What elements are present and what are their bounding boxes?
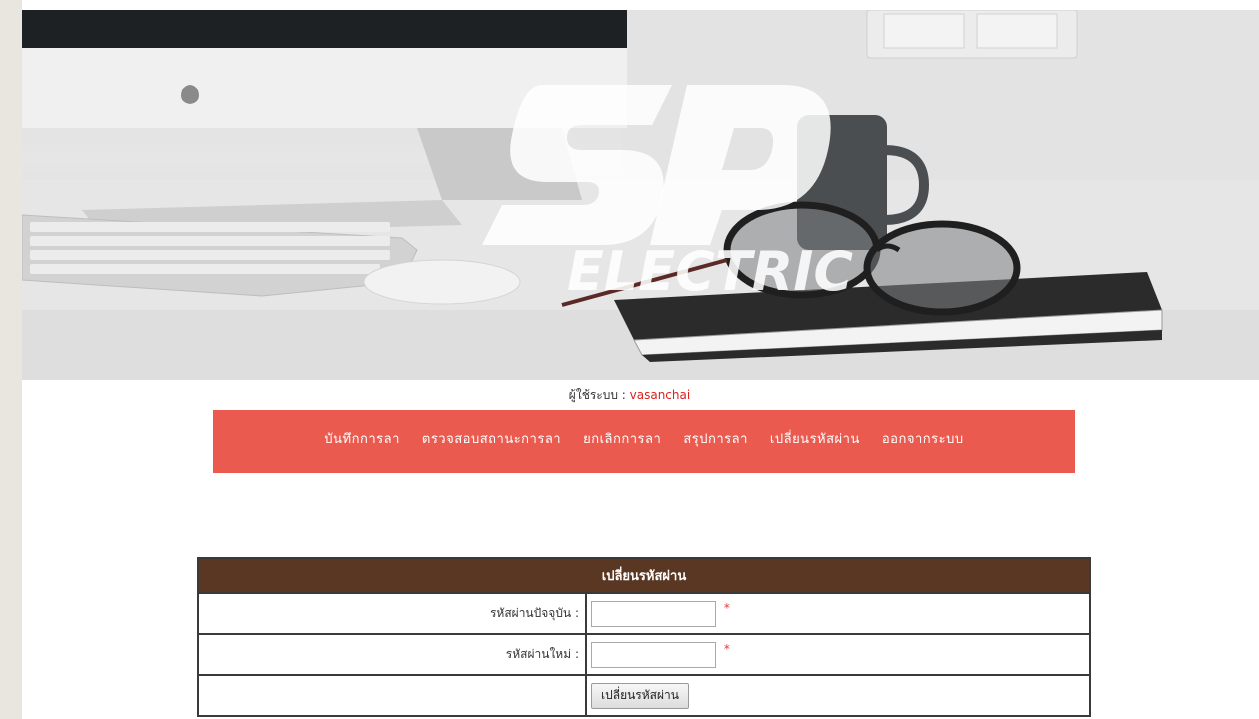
logo-word: ELECTRIC [567,240,853,303]
new-password-row: รหัสผ่านใหม่ : * [197,633,1091,676]
menu-change-password[interactable]: เปลี่ยนรหัสผ่าน [770,428,860,449]
new-password-input[interactable] [591,641,716,668]
menu-cancel-leave[interactable]: ยกเลิกการลา [583,428,661,449]
current-password-row: รหัสผ่านปัจจุบัน : * [197,592,1091,635]
required-marker: * [723,600,730,615]
new-password-label: รหัสผ่านใหม่ : [197,633,587,676]
sp-electric-logo: ELECTRIC [482,85,853,303]
new-password-cell: * [585,633,1091,676]
menu-logout[interactable]: ออกจากระบบ [882,428,964,449]
current-password-cell: * [585,592,1091,635]
header-banner: ELECTRIC [22,10,1259,380]
submit-row: เปลี่ยนรหัสผ่าน [197,674,1091,717]
page-left-margin [0,0,22,719]
form-title: เปลี่ยนรหัสผ่าน [197,557,1091,594]
empty-cell [197,674,587,717]
menu-leave-summary[interactable]: สรุปการลา [683,428,748,449]
user-label: ผู้ใช้ระบบ : [568,388,630,402]
current-password-label: รหัสผ่านปัจจุบัน : [197,592,587,635]
current-password-input[interactable] [591,600,716,627]
submit-cell: เปลี่ยนรหัสผ่าน [585,674,1091,717]
change-password-button[interactable]: เปลี่ยนรหัสผ่าน [591,682,689,709]
main-menu: บันทึกการลา ตรวจสอบสถานะการลา ยกเลิกการล… [213,410,1075,473]
user-name: vasanchai [629,388,691,402]
menu-record-leave[interactable]: บันทึกการลา [324,428,400,449]
change-password-form: เปลี่ยนรหัสผ่าน รหัสผ่านปัจจุบัน : * รหั… [197,557,1091,717]
menu-check-leave-status[interactable]: ตรวจสอบสถานะการลา [422,428,561,449]
logged-in-user: ผู้ใช้ระบบ : vasanchai [0,386,1259,405]
required-marker: * [723,641,730,656]
